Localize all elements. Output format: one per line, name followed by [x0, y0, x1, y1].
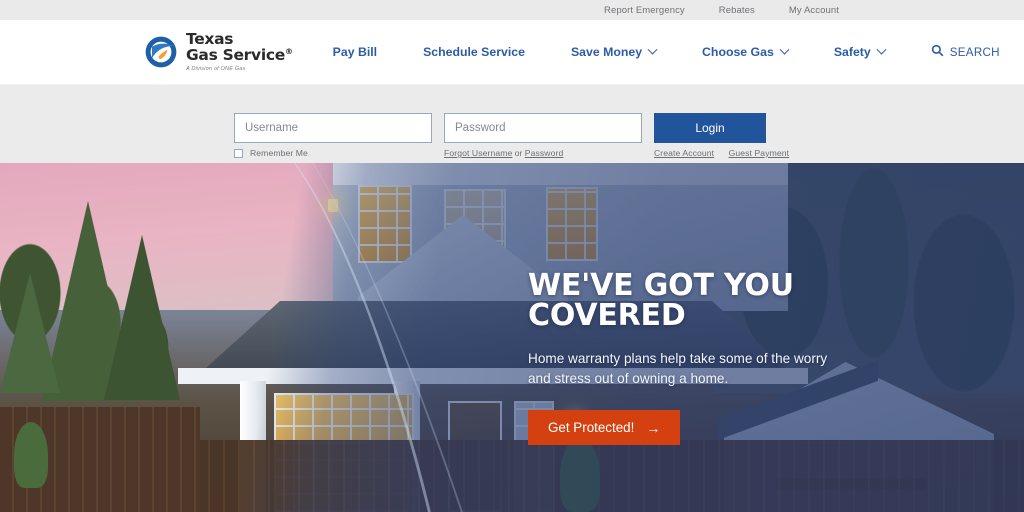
nav-item-schedule-service[interactable]: Schedule Service — [423, 45, 525, 59]
utility-link-rebates[interactable]: Rebates — [719, 5, 755, 16]
cta-label: Get Protected! — [548, 420, 635, 436]
login-button[interactable]: Login — [654, 113, 766, 143]
username-input[interactable] — [234, 113, 432, 143]
get-protected-button[interactable]: Get Protected! → — [528, 410, 681, 446]
nav-item-pay-bill[interactable]: Pay Bill — [333, 45, 377, 59]
forgot-username-link[interactable]: Forgot Username — [444, 148, 512, 158]
nav-label: Schedule Service — [423, 45, 525, 59]
remember-me-checkbox[interactable]: Remember Me — [234, 148, 308, 158]
nav-label: Safety — [833, 45, 871, 59]
create-account-link[interactable]: Create Account — [654, 148, 714, 158]
chevron-down-icon — [647, 44, 658, 55]
magnifying-glass-icon — [931, 44, 944, 60]
logo-wordmark: Texas Gas Service® A Division of ONE Gas — [186, 29, 293, 72]
registered-mark: ® — [284, 47, 293, 57]
nav-item-safety[interactable]: Safety — [833, 44, 887, 59]
hero-content: WE'VE GOT YOU COVERED Home warranty plan… — [528, 268, 948, 446]
guest-payment-link[interactable]: Guest Payment — [729, 148, 790, 158]
texas-gas-service-swoosh-logo — [143, 34, 179, 70]
nav-label: Save Money — [570, 45, 643, 59]
nav-item-save-money[interactable]: Save Money — [570, 44, 658, 59]
login-bar: Login Remember Me Forgot Username or Pas… — [0, 85, 1024, 163]
chevron-down-icon — [779, 44, 790, 55]
checkbox-icon[interactable] — [234, 148, 243, 158]
logo-line-2: Gas Service® — [186, 46, 293, 65]
hero-title: WE'VE GOT YOU COVERED — [528, 268, 794, 333]
logo-line-1: Texas — [186, 29, 234, 48]
account-links: Create Account Guest Payment — [654, 148, 789, 158]
swoosh-edge-highlight-secondary — [205, 163, 477, 512]
password-input[interactable] — [444, 113, 642, 143]
forgot-separator: or — [512, 148, 525, 158]
hero-banner: WE'VE GOT YOU COVERED Home warranty plan… — [0, 163, 1024, 512]
utility-link-report-emergency[interactable]: Report Emergency — [604, 5, 685, 16]
logo-tagline: A Division of ONE Gas — [186, 65, 246, 72]
site-header: Texas Gas Service® A Division of ONE Gas… — [0, 20, 1024, 85]
search-label: SEARCH — [949, 45, 1000, 59]
forgot-password-link[interactable]: Password — [525, 148, 564, 158]
forgot-links: Forgot Username or Password — [444, 148, 563, 158]
nav-label: Choose Gas — [702, 45, 774, 59]
utility-link-my-account[interactable]: My Account — [789, 5, 839, 16]
main-navigation: Pay Bill Schedule Service Save Money Cho… — [333, 44, 1000, 60]
page-root: Report Emergency Rebates My Account Texa… — [0, 0, 1024, 512]
nav-item-choose-gas[interactable]: Choose Gas — [702, 44, 790, 59]
utility-bar: Report Emergency Rebates My Account — [0, 0, 1024, 20]
remember-me-label: Remember Me — [250, 148, 308, 158]
search-button[interactable]: SEARCH — [931, 44, 1000, 60]
arrow-right-icon: → — [646, 419, 661, 436]
site-logo[interactable]: Texas Gas Service® A Division of ONE Gas — [143, 29, 293, 72]
chevron-down-icon — [876, 44, 887, 55]
nav-label: Pay Bill — [332, 45, 378, 59]
hero-subtitle: Home warranty plans help take some of th… — [528, 351, 828, 386]
